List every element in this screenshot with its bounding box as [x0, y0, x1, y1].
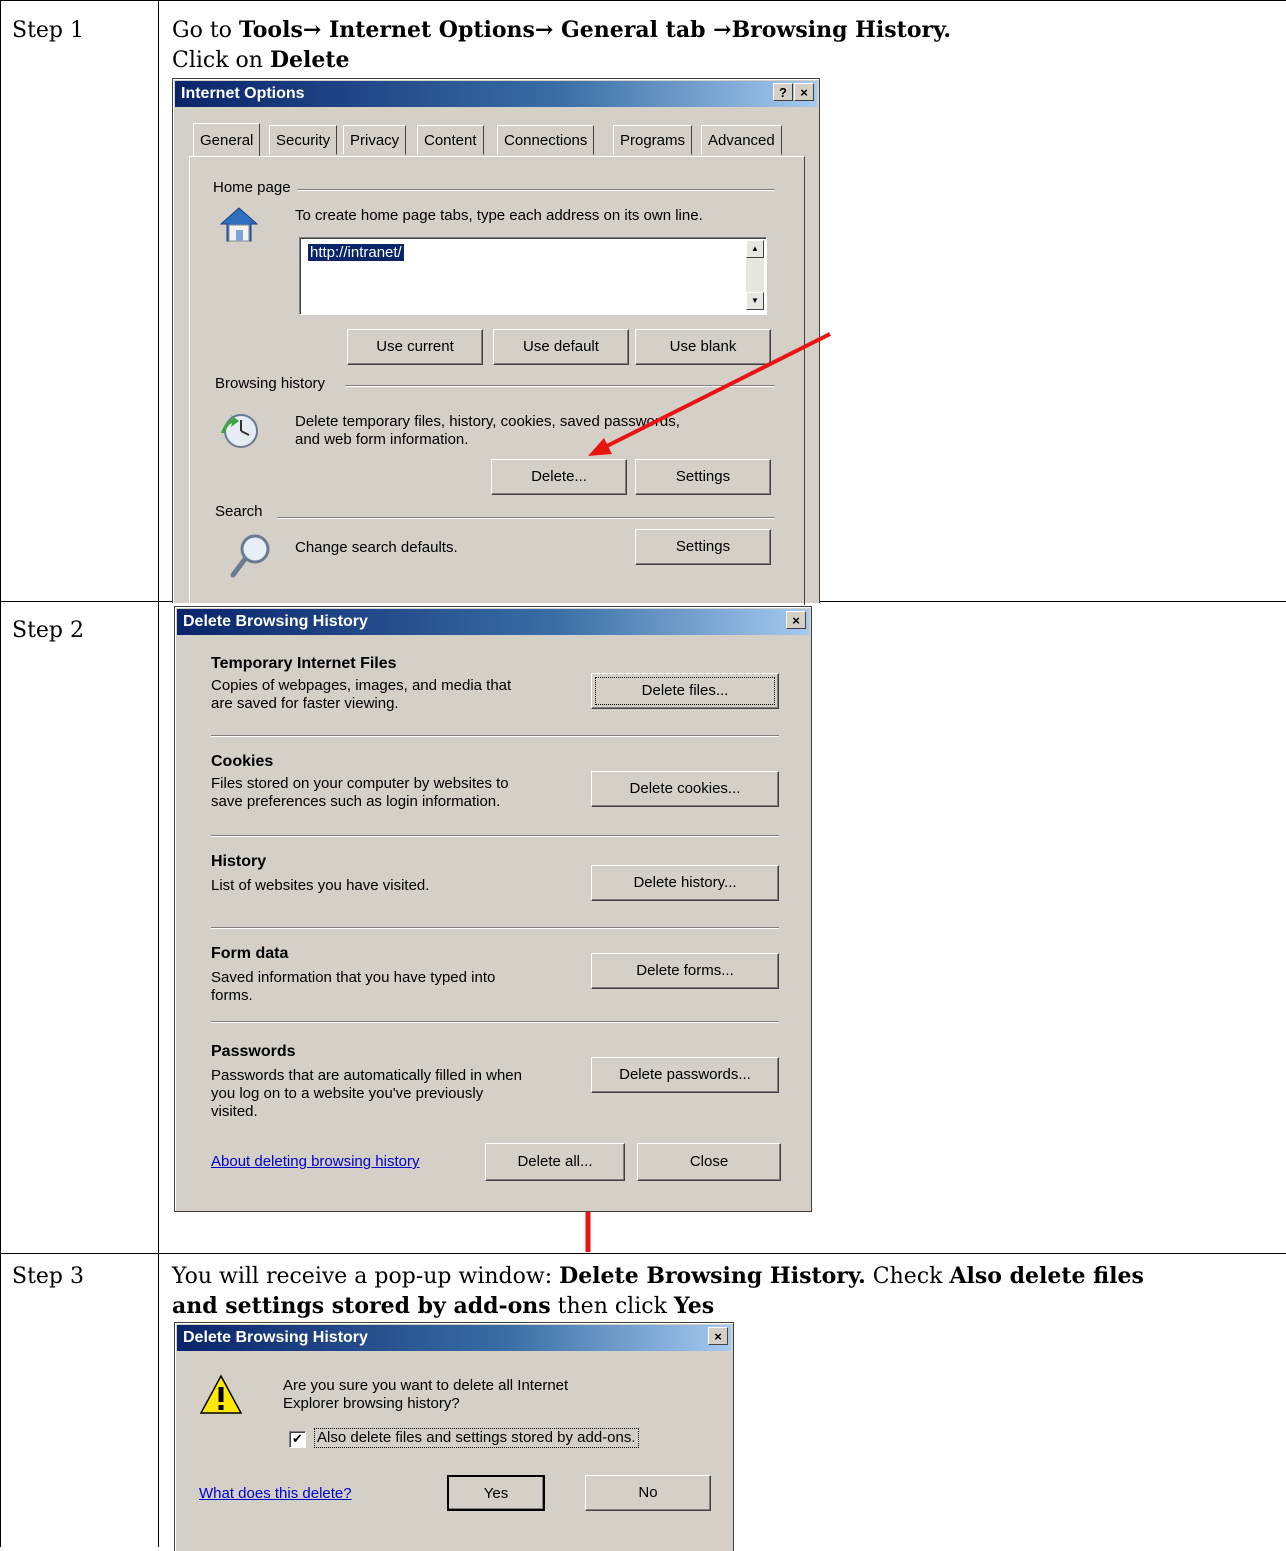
step-3-label: Step 3 [12, 1264, 85, 1289]
section-divider [211, 835, 779, 837]
section-divider [211, 735, 779, 737]
delete-pointer-arrow-line [602, 332, 831, 450]
passwords-heading: Passwords [211, 1043, 296, 1060]
passwords-desc-line2: you log on to a website you've previousl… [211, 1085, 484, 1102]
form-data-heading: Form data [211, 945, 289, 962]
close-button[interactable]: × [786, 611, 806, 629]
confirm-delete-window: Delete Browsing History × Are you sure y… [174, 1322, 734, 1551]
close-dialog-button[interactable]: Close [637, 1143, 781, 1181]
no-button[interactable]: No [585, 1475, 711, 1511]
delete-forms-button[interactable]: Delete forms... [591, 953, 779, 989]
passwords-desc-line3: visited. [211, 1103, 258, 1120]
step-3-instruction-line2: and settings stored by add-ons then clic… [172, 1293, 715, 1319]
instruction-document: Step 1 Go to Tools→ Internet Options→ Ge… [0, 0, 1286, 1551]
step-2-label: Step 2 [12, 618, 85, 643]
history-desc-line1: List of websites you have visited. [211, 877, 430, 894]
delete-history-titlebar: Delete Browsing History [177, 609, 809, 635]
delete-browsing-history-window: Delete Browsing History × Temporary Inte… [174, 606, 812, 1212]
cookies-desc-line2: save preferences such as login informati… [211, 793, 501, 810]
cookies-desc-line1: Files stored on your computer by website… [211, 775, 509, 792]
confirm-message-line2: Explorer browsing history? [283, 1395, 460, 1412]
delete-history-button[interactable]: Delete history... [591, 865, 779, 901]
delete-pointer-arrow-head [588, 438, 612, 456]
addons-checkbox[interactable]: ✔ [289, 1431, 306, 1448]
close-button[interactable]: × [708, 1327, 728, 1345]
step-3-instruction-line1: You will receive a pop-up window: Delete… [172, 1263, 1144, 1289]
confirm-message-line1: Are you sure you want to delete all Inte… [283, 1377, 569, 1394]
temporary-files-heading: Temporary Internet Files [211, 655, 397, 672]
delete-files-button[interactable]: Delete files... [591, 673, 779, 709]
confirm-title: Delete Browsing History [183, 1329, 368, 1346]
about-deleting-history-link[interactable]: About deleting browsing history [211, 1153, 419, 1171]
form-data-desc-line2: forms. [211, 987, 253, 1004]
history-heading: History [211, 853, 267, 870]
yes-button[interactable]: Yes [447, 1475, 545, 1511]
section-divider [211, 1021, 779, 1023]
cookies-heading: Cookies [211, 753, 274, 770]
what-does-this-delete-link[interactable]: What does this delete? [199, 1485, 352, 1503]
form-data-desc-line1: Saved information that you have typed in… [211, 969, 496, 986]
temporary-files-desc-line1: Copies of webpages, images, and media th… [211, 677, 512, 694]
delete-passwords-button[interactable]: Delete passwords... [591, 1057, 779, 1093]
warning-icon [199, 1373, 243, 1417]
addons-checkbox-label[interactable]: Also delete files and settings stored by… [314, 1428, 639, 1448]
temporary-files-desc-line2: are saved for faster viewing. [211, 695, 399, 712]
section-divider [211, 927, 779, 929]
delete-history-title: Delete Browsing History [183, 613, 368, 630]
passwords-desc-line1: Passwords that are automatically filled … [211, 1067, 522, 1084]
confirm-titlebar: Delete Browsing History [177, 1325, 731, 1351]
delete-all-button[interactable]: Delete all... [485, 1143, 625, 1181]
delete-cookies-button[interactable]: Delete cookies... [591, 771, 779, 807]
